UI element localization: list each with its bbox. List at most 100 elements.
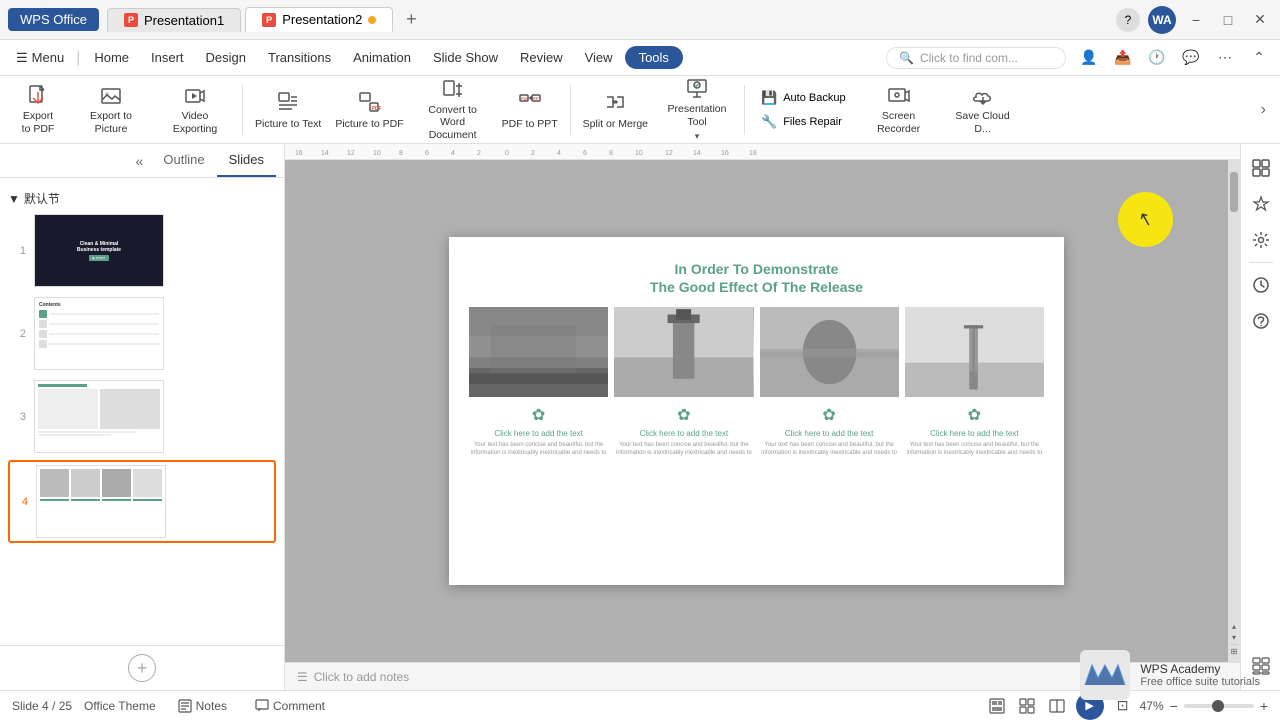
notes-placeholder: Click to add notes (314, 670, 409, 684)
menu-design[interactable]: Design (196, 46, 256, 69)
export-picture-icon (97, 84, 125, 109)
menu-animation[interactable]: Animation (343, 46, 421, 69)
notes-button[interactable]: Notes (172, 697, 233, 715)
search-icon: 🔍 (899, 51, 914, 65)
split-merge-button[interactable]: Split or Merge (577, 80, 654, 140)
svg-text:18: 18 (749, 150, 757, 157)
layout-view-button[interactable] (1245, 152, 1277, 184)
slide-item-1[interactable]: 1 Clean & MinimalBusiness template ▶ STA… (8, 211, 276, 290)
scroll-down-btn[interactable]: ▾ (1232, 633, 1236, 642)
video-exporting-label: Video Exporting (160, 110, 230, 135)
tab-outline[interactable]: Outline (151, 144, 216, 177)
slide-group-header[interactable]: ▼ 默认节 (8, 186, 276, 211)
scroll-up-btn[interactable]: ▴ (1232, 622, 1236, 631)
help-icon[interactable]: ? (1116, 8, 1140, 32)
hamburger-menu[interactable]: ☰ Menu (8, 46, 72, 70)
minimize-button[interactable]: − (1184, 8, 1208, 32)
view-normal-button[interactable] (986, 695, 1008, 717)
col-icon-4: ✿ (968, 405, 981, 425)
menu-insert[interactable]: Insert (141, 46, 194, 69)
presentation-tool-button[interactable]: Presentation Tool ▾ (656, 80, 738, 140)
slide-item-2[interactable]: 2 Contents (8, 294, 276, 373)
menu-home[interactable]: Home (84, 46, 139, 69)
add-slide-button[interactable]: + (128, 654, 156, 682)
share-button[interactable]: 📤 (1110, 45, 1136, 71)
svg-text:6: 6 (425, 150, 429, 157)
zoom-slider[interactable] (1184, 704, 1254, 708)
view-grid-button[interactable] (1016, 695, 1038, 717)
history-sidebar-button[interactable] (1245, 269, 1277, 301)
notes-area[interactable]: ☰ Click to add notes (285, 662, 1240, 690)
export-pdf-icon (24, 84, 52, 109)
video-exporting-button[interactable]: Video Exporting (154, 80, 236, 140)
comment-button[interactable]: Comment (249, 697, 331, 715)
svg-text:8: 8 (609, 150, 613, 157)
toolbar-divider-3 (744, 85, 745, 135)
status-left: Slide 4 / 25 Office Theme (12, 699, 156, 713)
zoom-out-button[interactable]: − (1170, 698, 1178, 714)
col-icon-2: ✿ (677, 405, 690, 425)
scroll-fit-btn[interactable]: ⊞ (1231, 647, 1238, 656)
slide-item-3[interactable]: 3 (8, 377, 276, 456)
picture-to-text-button[interactable]: Picture to Text (249, 80, 327, 140)
help-sidebar-button[interactable] (1245, 305, 1277, 337)
export-pdf-label: Exportto PDF (22, 110, 55, 135)
history-button[interactable]: 🕐 (1144, 45, 1170, 71)
save-cloud-button[interactable]: Save Cloud D... (942, 80, 1024, 140)
menu-tools[interactable]: Tools (625, 46, 683, 69)
svg-text:14: 14 (693, 150, 701, 157)
right-sidebar-separator (1249, 262, 1273, 263)
tab-presentation2[interactable]: P Presentation2 (245, 7, 393, 32)
auto-backup-button[interactable]: 💾 Auto Backup (757, 88, 850, 108)
zoom-in-button[interactable]: + (1260, 698, 1268, 714)
slide-title-area: In Order To Demonstrate The Good Effect … (449, 237, 1064, 307)
slide-col-4: ✿ Click here to add the text Your text h… (905, 405, 1044, 458)
star-button[interactable] (1245, 188, 1277, 220)
menu-transitions[interactable]: Transitions (258, 46, 341, 69)
maximize-button[interactable]: □ (1216, 8, 1240, 32)
convert-word-icon (439, 78, 467, 102)
files-repair-button[interactable]: 🔧 Files Repair (757, 112, 850, 132)
tab-slides[interactable]: Slides (217, 144, 276, 177)
scrollbar-thumb[interactable] (1230, 172, 1238, 212)
menu-slideshow[interactable]: Slide Show (423, 46, 508, 69)
comment-icon-status (255, 699, 269, 713)
screen-recorder-label: Screen Recorder (864, 110, 934, 135)
menu-review[interactable]: Review (510, 46, 573, 69)
view-reader-button[interactable] (1046, 695, 1068, 717)
group-collapse-icon: ▼ (8, 192, 20, 206)
menu-label: Menu (32, 50, 65, 65)
settings-button[interactable] (1245, 224, 1277, 256)
account-button[interactable]: 👤 (1076, 45, 1102, 71)
export-picture-button[interactable]: Export to Picture (70, 80, 152, 140)
more-menu-button[interactable]: ⋯ (1212, 45, 1238, 71)
add-tab-button[interactable]: + (397, 6, 425, 34)
convert-word-button[interactable]: Convert toWord Document (412, 80, 494, 140)
search-box[interactable]: 🔍 Click to find com... (886, 47, 1066, 69)
slide-canvas[interactable]: In Order To Demonstrate The Good Effect … (449, 237, 1064, 585)
toolbar-divider-1 (242, 85, 243, 135)
picture-to-pdf-button[interactable]: PDF Picture to PDF (329, 80, 409, 140)
collapse-ribbon-button[interactable]: ⌃ (1246, 45, 1272, 71)
wps-office-button[interactable]: WPS Office (8, 8, 99, 31)
zoom-thumb (1212, 700, 1224, 712)
export-pdf-button[interactable]: Exportto PDF (8, 80, 68, 140)
tab-presentation1[interactable]: P Presentation1 (107, 8, 241, 32)
screen-recorder-button[interactable]: Screen Recorder (858, 80, 940, 140)
menu-view[interactable]: View (575, 46, 623, 69)
zoom-fit-button[interactable]: ⊡ (1112, 695, 1134, 717)
pdf-to-ppt-button[interactable]: PDF PPT PDF to PPT (496, 80, 564, 140)
play-button[interactable]: ▶ (1076, 692, 1104, 720)
slide-item-4[interactable]: 4 (8, 460, 276, 543)
collapse-panel-button[interactable]: « (127, 149, 151, 173)
slide-num-3: 3 (12, 411, 26, 423)
pdf-to-ppt-icon: PDF PPT (516, 88, 544, 116)
grid-view-button[interactable] (1245, 650, 1277, 682)
user-avatar[interactable]: WA (1148, 6, 1176, 34)
toolbar-more-button[interactable]: › (1255, 97, 1272, 123)
close-button[interactable]: ✕ (1248, 8, 1272, 32)
comment-button[interactable]: 💬 (1178, 45, 1204, 71)
vertical-scrollbar[interactable]: ▴ ▾ ⊞ (1228, 160, 1240, 662)
picture-to-pdf-icon: PDF (355, 88, 383, 116)
toolbar: Exportto PDF Export to Picture Video Exp… (0, 76, 1280, 144)
